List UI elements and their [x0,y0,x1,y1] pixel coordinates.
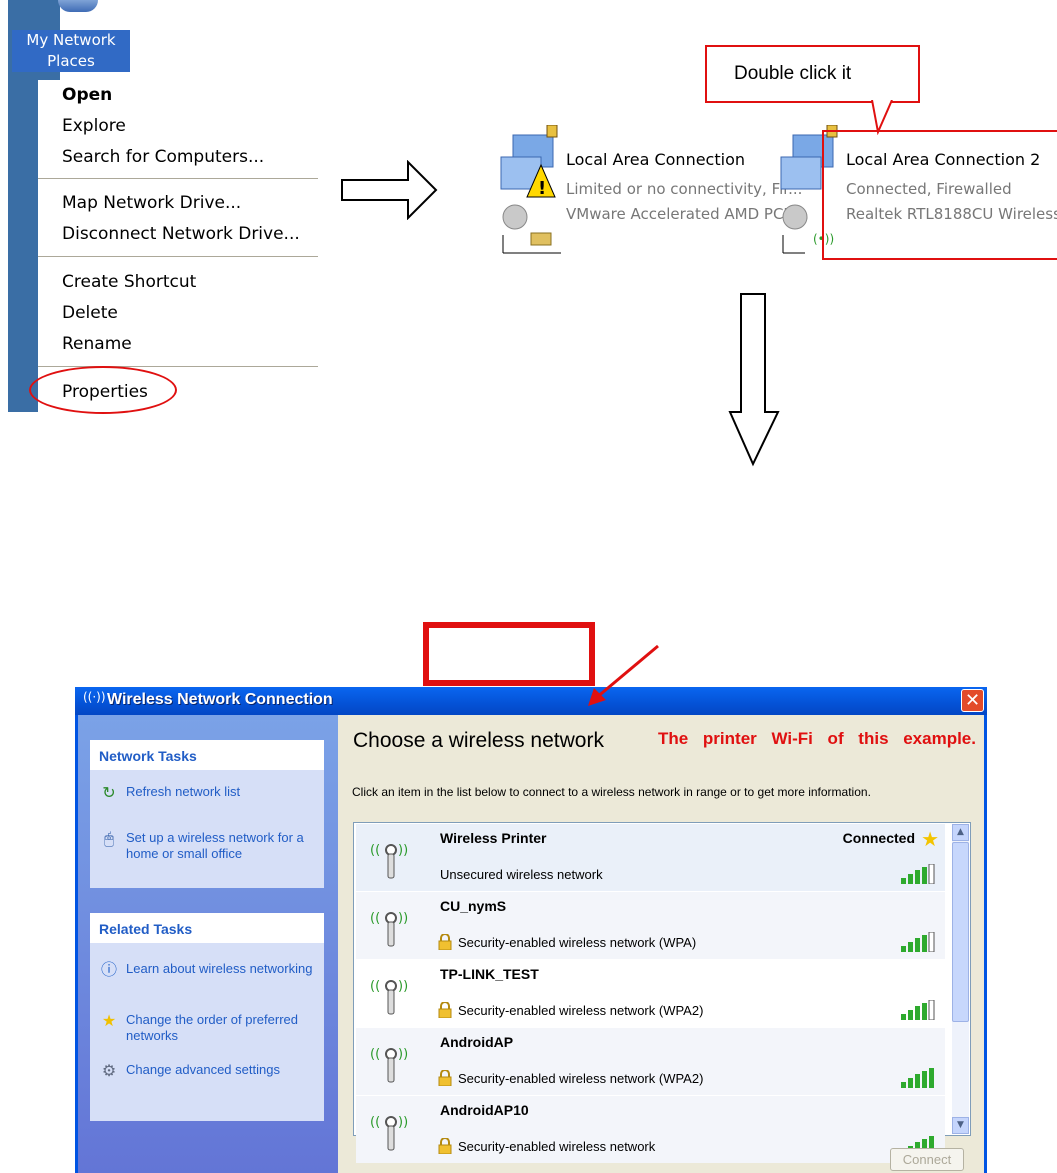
star-icon: ★ [101,1013,117,1030]
lock-icon [438,1070,452,1086]
menu-item-delete[interactable]: Delete [62,303,118,323]
list-scrollbar[interactable]: ▲ ▼ [952,824,969,1134]
network-antenna-icon: (( )) [370,911,408,947]
related-tasks-panel: Related Tasks ⓘ Learn about wireless net… [90,913,324,1121]
printer-wifi-annotation: The printer Wi-Fi of this example. [658,729,976,748]
network-security: Security-enabled wireless network (WPA) [458,935,697,950]
info-icon: ⓘ [100,962,117,979]
refresh-icon: ↻ [102,785,116,802]
connection-1-title: Local Area Connection [566,150,745,169]
network-row-androidap[interactable]: (( )) AndroidAP Security-enabled wireles… [356,1028,945,1095]
network-security: Security-enabled wireless network (WPA2) [458,1071,704,1086]
change-order-preferred-link[interactable]: ★ Change the order of preferred networks [98,1012,318,1046]
connection-2-highlight-box [822,130,1057,260]
network-row-androidap10[interactable]: (( )) AndroidAP10 Security-enabled wirel… [356,1096,945,1163]
down-arrow-icon [728,293,780,467]
menu-item-explore[interactable]: Explore [62,116,126,136]
network-antenna-icon: (( )) [370,1047,408,1083]
wireless-network-connection-window: ((·)) Wireless Network Connection ✕ Netw… [75,687,987,1173]
network-name: Wireless Printer [440,830,547,846]
callout-text: Double click it [734,63,852,84]
svg-text:!: ! [538,178,546,199]
svg-text:((: (( [370,1047,380,1062]
signal-strength-icon [901,1068,934,1088]
list-description: Click an item in the list below to conne… [352,785,871,799]
svg-text:)): )) [398,843,408,858]
task-pane: Network Tasks ↻ Refresh network list 🖱 S… [78,715,338,1173]
learn-about-wireless-link[interactable]: ⓘ Learn about wireless networking [98,961,318,995]
network-status: Connected [842,830,915,846]
svg-text:((: (( [370,911,380,926]
network-antenna-icon: (( )) [370,979,408,1015]
caption-line-2: Places [47,52,95,70]
settings-wrench-icon: ⚙ [101,1063,117,1080]
lock-icon [438,1002,452,1018]
wireless-setup-icon: 🖱 [104,831,114,848]
svg-text:)): )) [398,911,408,926]
context-menu: Open Explore Search for Computers... Map… [38,80,318,412]
network-security: Security-enabled wireless network (WPA2) [458,1003,704,1018]
network-row-cu-nyms[interactable]: (( )) CU_nymS Security-enabled wireless … [356,892,945,959]
network-row-tp-link-test[interactable]: (( )) TP-LINK_TEST Security-enabled wire… [356,960,945,1027]
signal-strength-icon [901,1000,935,1020]
context-menu-screenshot: My Network Places Open Explore Search fo… [8,0,318,414]
network-antenna-icon: (( )) [370,1115,408,1151]
network-antenna-icon: (( )) [370,843,408,879]
menu-separator [38,178,318,179]
connection-1-status: Limited or no connectivity, Fir... [566,180,803,198]
scroll-down-button[interactable]: ▼ [952,1117,969,1134]
connection-1-device: VMware Accelerated AMD PCN... [566,205,809,223]
network-row-wireless-printer[interactable]: (( )) Wireless Printer Connected ★ Unsec… [356,824,945,891]
menu-item-rename[interactable]: Rename [62,334,132,354]
wireless-printer-highlight-box [423,622,595,686]
menu-item-disconnect-network-drive[interactable]: Disconnect Network Drive... [62,224,300,244]
preferred-star-icon: ★ [921,827,939,851]
window-titlebar: ((·)) Wireless Network Connection ✕ [75,687,987,715]
lock-icon [438,1138,452,1154]
wireless-icon: ((·)) [83,690,106,704]
double-click-callout: Double click it [705,45,920,103]
network-security: Security-enabled wireless network [458,1139,656,1154]
svg-text:)): )) [398,1047,408,1062]
menu-item-open[interactable]: Open [62,85,112,105]
svg-text:)): )) [398,1115,408,1130]
properties-highlight-circle [29,366,177,414]
my-network-places-icon [58,0,98,12]
network-security: Unsecured wireless network [440,867,603,882]
caption-line-1: My Network [26,31,116,49]
network-name: CU_nymS [440,898,507,914]
right-arrow-icon [341,160,438,220]
menu-item-search-for-computers[interactable]: Search for Computers... [62,147,264,167]
svg-text:((: (( [370,843,380,858]
network-name: TP-LINK_TEST [440,966,539,982]
network-tasks-header[interactable]: Network Tasks [90,740,324,770]
svg-text:((: (( [370,1115,380,1130]
scroll-up-button[interactable]: ▲ [952,824,969,841]
menu-item-map-network-drive[interactable]: Map Network Drive... [62,193,241,213]
lock-icon [438,934,452,950]
scroll-thumb[interactable] [952,842,969,1022]
connect-button[interactable]: Connect [890,1148,964,1171]
setup-wireless-network-link[interactable]: 🖱 Set up a wireless network for a home o… [98,830,318,866]
local-area-connection-icon[interactable]: ! [495,124,565,255]
close-button[interactable]: ✕ [961,689,984,712]
menu-item-create-shortcut[interactable]: Create Shortcut [62,272,196,292]
choose-network-heading: Choose a wireless network [353,729,604,752]
signal-strength-icon [901,932,935,952]
network-list-pane: Choose a wireless network The printer Wi… [338,715,984,1173]
network-name: AndroidAP [440,1034,514,1050]
window-title: Wireless Network Connection [107,691,333,708]
my-network-places-label[interactable]: My Network Places [12,30,130,72]
refresh-network-list-link[interactable]: ↻ Refresh network list [98,784,318,804]
menu-separator [38,256,318,257]
svg-text:)): )) [398,979,408,994]
network-name: AndroidAP10 [440,1102,529,1118]
change-advanced-settings-link[interactable]: ⚙ Change advanced settings [98,1062,318,1096]
signal-strength-icon [901,864,935,884]
network-tasks-panel: Network Tasks ↻ Refresh network list 🖱 S… [90,740,324,888]
svg-text:((: (( [370,979,380,994]
related-tasks-header[interactable]: Related Tasks [90,913,324,943]
wireless-network-list: (( )) Wireless Printer Connected ★ Unsec… [353,822,971,1163]
